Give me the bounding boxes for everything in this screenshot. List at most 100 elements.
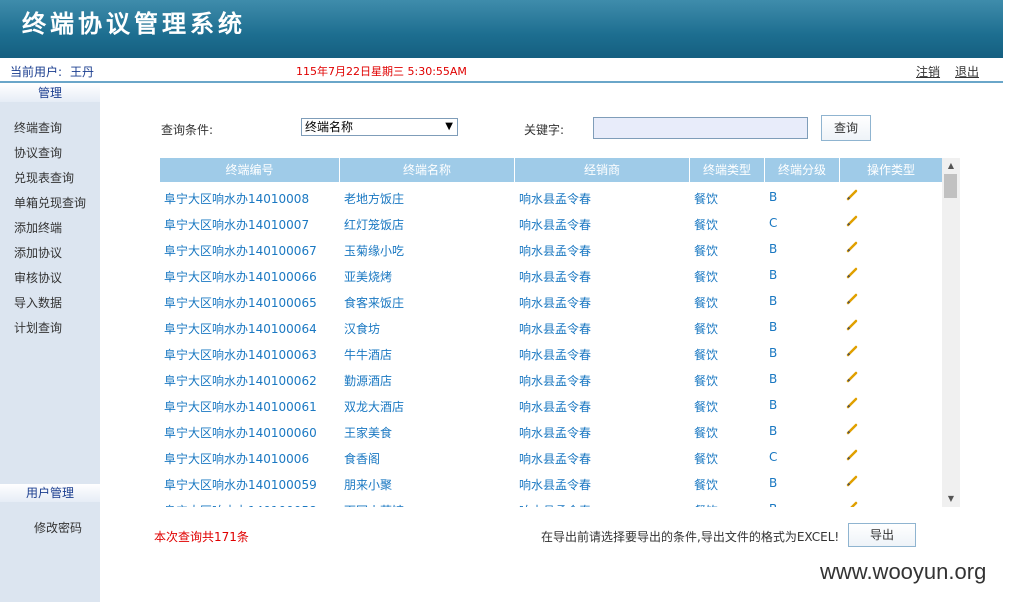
current-user-name: 王丹 (70, 65, 95, 79)
cell-terminal-grade: C (769, 450, 778, 464)
table-row: 阜宁大区响水办140100059 朋来小聚 响水县孟令春 餐饮 B (160, 470, 942, 496)
column-dealer: 经销商 (515, 158, 690, 182)
cell-terminal-name[interactable]: 朋来小聚 (344, 476, 392, 493)
sidebar-item-terminal-query[interactable]: 终端查询 (14, 119, 62, 136)
table-row: 阜宁大区响水办140100064 汉食坊 响水县孟令春 餐饮 B (160, 314, 942, 340)
cell-terminal-grade: B (769, 294, 778, 308)
exit-link[interactable]: 退出 (955, 63, 979, 80)
cell-terminal-grade: B (769, 372, 778, 386)
scroll-thumb[interactable] (944, 174, 957, 198)
cell-dealer: 响水县孟令春 (519, 478, 592, 492)
table-scrollbar[interactable]: ▲ ▼ (942, 158, 960, 507)
column-terminal-type: 终端类型 (690, 158, 765, 182)
cell-terminal-code[interactable]: 阜宁大区响水办140100058 (164, 502, 317, 507)
sidebar-item-review-protocol[interactable]: 审核协议 (14, 269, 62, 286)
cell-terminal-code[interactable]: 阜宁大区响水办140100059 (164, 476, 317, 493)
column-terminal-name: 终端名称 (340, 158, 515, 182)
filter-label: 查询条件: (161, 123, 214, 137)
cell-dealer: 响水县孟令春 (519, 192, 592, 206)
edit-pencil-icon[interactable] (845, 500, 859, 507)
sidebar-item-change-password[interactable]: 修改密码 (34, 519, 82, 536)
edit-pencil-icon[interactable] (845, 266, 859, 280)
sidebar-item-import-data[interactable]: 导入数据 (14, 294, 62, 311)
sidebar-item-redemption-query[interactable]: 兑现表查询 (14, 169, 74, 186)
cell-dealer: 响水县孟令春 (519, 348, 592, 362)
app-header: 终端协议管理系统 (0, 0, 1003, 58)
edit-pencil-icon[interactable] (845, 188, 859, 202)
cell-terminal-type: 餐饮 (694, 452, 719, 466)
cell-terminal-name[interactable]: 牛牛酒店 (344, 346, 392, 363)
edit-pencil-icon[interactable] (845, 318, 859, 332)
cell-terminal-type: 餐饮 (694, 374, 719, 388)
cell-terminal-code[interactable]: 阜宁大区响水办140100060 (164, 424, 317, 441)
cell-terminal-name[interactable]: 玉菊缘小吃 (344, 242, 404, 259)
cell-terminal-code[interactable]: 阜宁大区响水办14010007 (164, 216, 309, 233)
column-operation: 操作类型 (866, 163, 915, 177)
chevron-down-icon: ▼ (445, 121, 453, 132)
cell-terminal-name[interactable]: 面园小菜馆 (344, 502, 404, 507)
cell-terminal-code[interactable]: 阜宁大区响水办14010006 (164, 450, 309, 467)
filter-select[interactable]: 终端名称 ▼ (301, 118, 458, 136)
edit-pencil-icon[interactable] (845, 344, 859, 358)
logout-link[interactable]: 注销 (916, 63, 940, 80)
table-row: 阜宁大区响水办140100058 面园小菜馆 响水县孟令春 餐饮 B (160, 496, 942, 507)
cell-dealer: 响水县孟令春 (519, 244, 592, 258)
cell-terminal-code[interactable]: 阜宁大区响水办140100062 (164, 372, 317, 389)
cell-terminal-grade: B (769, 398, 778, 412)
sidebar-item-single-box-query[interactable]: 单箱兑现查询 (14, 194, 86, 211)
cell-terminal-type: 餐饮 (694, 348, 719, 362)
cell-terminal-code[interactable]: 阜宁大区响水办140100064 (164, 320, 317, 337)
cell-terminal-name[interactable]: 王家美食 (344, 424, 392, 441)
cell-terminal-code[interactable]: 阜宁大区响水办140100066 (164, 268, 317, 285)
sidebar-item-plan-query[interactable]: 计划查询 (14, 319, 62, 336)
edit-pencil-icon[interactable] (845, 240, 859, 254)
table-row: 阜宁大区响水办140100062 勤源酒店 响水县孟令春 餐饮 B (160, 366, 942, 392)
edit-pencil-icon[interactable] (845, 422, 859, 436)
scroll-up-arrow-icon[interactable]: ▲ (942, 158, 960, 174)
cell-terminal-type: 餐饮 (694, 270, 719, 284)
cell-terminal-code[interactable]: 阜宁大区响水办140100067 (164, 242, 317, 259)
cell-terminal-name[interactable]: 勤源酒店 (344, 372, 392, 389)
cell-terminal-type: 餐饮 (694, 400, 719, 414)
sidebar-item-add-protocol[interactable]: 添加协议 (14, 244, 62, 261)
table-row: 阜宁大区响水办140100061 双龙大酒店 响水县孟令春 餐饮 B (160, 392, 942, 418)
cell-terminal-grade: C (769, 216, 778, 230)
edit-pencil-icon[interactable] (845, 214, 859, 228)
table-row: 阜宁大区响水办140100063 牛牛酒店 响水县孟令春 餐饮 B (160, 340, 942, 366)
cell-terminal-name[interactable]: 老地方饭庄 (344, 190, 404, 207)
table-row: 阜宁大区响水办140100066 亚美烧烤 响水县孟令春 餐饮 B (160, 262, 942, 288)
edit-pencil-icon[interactable] (845, 474, 859, 488)
cell-terminal-type: 餐饮 (694, 296, 719, 310)
cell-terminal-code[interactable]: 阜宁大区响水办14010008 (164, 190, 309, 207)
sidebar-item-add-terminal[interactable]: 添加终端 (14, 219, 62, 236)
sidebar-item-protocol-query[interactable]: 协议查询 (14, 144, 62, 161)
edit-pencil-icon[interactable] (845, 448, 859, 462)
table-row: 阜宁大区响水办140100065 食客来饭庄 响水县孟令春 餐饮 B (160, 288, 942, 314)
cell-terminal-code[interactable]: 阜宁大区响水办140100063 (164, 346, 317, 363)
scroll-down-arrow-icon[interactable]: ▼ (942, 491, 960, 507)
cell-terminal-grade: B (769, 320, 778, 334)
cell-terminal-name[interactable]: 食香阁 (344, 450, 380, 467)
sidebar-section-manage: 管理 (0, 84, 100, 102)
edit-pencil-icon[interactable] (845, 370, 859, 384)
cell-terminal-name[interactable]: 食客来饭庄 (344, 294, 404, 311)
query-button[interactable]: 查询 (821, 115, 871, 141)
cell-terminal-name[interactable]: 双龙大酒店 (344, 398, 404, 415)
edit-pencil-icon[interactable] (845, 396, 859, 410)
cell-terminal-code[interactable]: 阜宁大区响水办140100065 (164, 294, 317, 311)
cell-terminal-type: 餐饮 (694, 322, 719, 336)
table-row: 阜宁大区响水办14010006 食香阁 响水县孟令春 餐饮 C (160, 444, 942, 470)
cell-dealer: 响水县孟令春 (519, 270, 592, 284)
cell-terminal-grade: B (769, 502, 777, 507)
cell-terminal-name[interactable]: 汉食坊 (344, 320, 380, 337)
keyword-input[interactable] (593, 117, 808, 139)
cell-terminal-name[interactable]: 红灯笼饭店 (344, 216, 404, 233)
cell-dealer: 响水县孟令春 (519, 426, 592, 440)
cell-terminal-name[interactable]: 亚美烧烤 (344, 268, 392, 285)
cell-terminal-grade: B (769, 424, 778, 438)
export-button[interactable]: 导出 (848, 523, 916, 547)
table-row: 阜宁大区响水办14010007 红灯笼饭店 响水县孟令春 餐饮 C (160, 210, 942, 236)
cell-terminal-code[interactable]: 阜宁大区响水办140100061 (164, 398, 317, 415)
edit-pencil-icon[interactable] (845, 292, 859, 306)
cell-terminal-type: 餐饮 (694, 426, 719, 440)
